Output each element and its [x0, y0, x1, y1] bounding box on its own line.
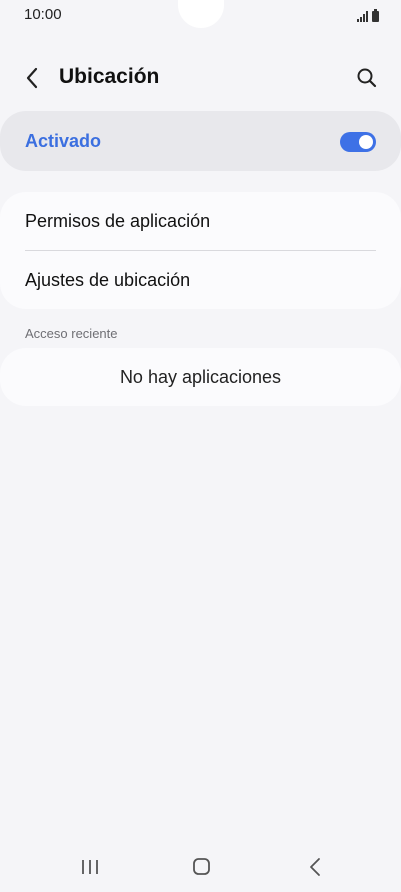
back-icon — [310, 858, 320, 876]
app-header: Ubicación — [0, 56, 401, 100]
navigation-bar — [0, 842, 401, 892]
battery-icon — [372, 9, 379, 22]
settings-item-label: Permisos de aplicación — [25, 211, 211, 231]
recent-apps-icon — [82, 860, 98, 874]
status-icons — [357, 8, 379, 22]
back-nav-button[interactable] — [300, 854, 330, 880]
recent-apps-button[interactable] — [75, 854, 105, 880]
back-button[interactable] — [20, 64, 46, 92]
home-icon — [193, 858, 210, 875]
page-title: Ubicación — [59, 65, 160, 88]
recent-access-card: No hay aplicaciones — [0, 348, 401, 406]
camera-notch — [178, 0, 224, 28]
location-toggle-row[interactable]: Activado — [0, 111, 401, 171]
ajustes-de-ubicacion-item[interactable]: Ajustes de ubicación — [0, 251, 401, 309]
toggle-knob — [359, 135, 373, 149]
divider — [25, 250, 376, 251]
status-time: 10:00 — [24, 6, 62, 23]
chevron-left-icon — [26, 67, 38, 89]
status-bar: 10:00 — [0, 0, 401, 32]
recent-access-label: Acceso reciente — [25, 326, 118, 341]
search-button[interactable] — [353, 64, 381, 92]
empty-state-text: No hay aplicaciones — [119, 367, 282, 387]
signal-icon — [357, 11, 368, 22]
location-toggle-switch[interactable] — [340, 132, 376, 152]
permisos-de-aplicacion-item[interactable]: Permisos de aplicación — [0, 192, 401, 250]
location-toggle-label: Activado — [25, 131, 102, 151]
search-icon — [357, 68, 377, 88]
home-button[interactable] — [186, 854, 216, 880]
settings-item-label: Ajustes de ubicación — [25, 270, 191, 290]
